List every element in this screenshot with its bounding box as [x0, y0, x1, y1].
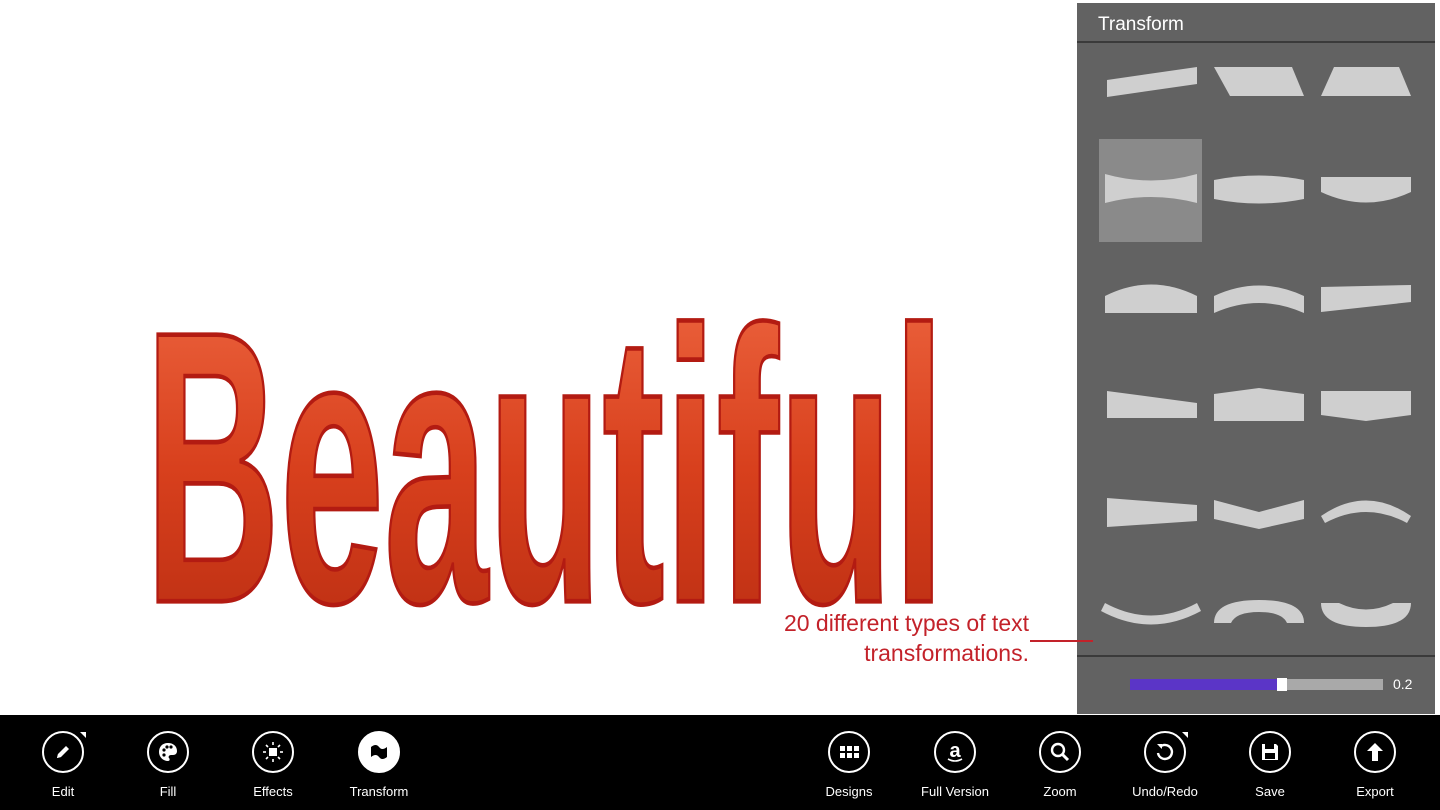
transform-shape-bulge [1214, 175, 1304, 204]
transform-shape-arc-up [1321, 500, 1411, 523]
slider-fill [1130, 679, 1282, 690]
magnifier-icon [1050, 742, 1070, 762]
flag-icon [371, 745, 387, 759]
zoom-button[interactable]: Zoom [1010, 731, 1110, 799]
transform-shape-slant-down [1321, 285, 1411, 312]
designs-button[interactable]: Designs [799, 731, 899, 799]
grid-icon [840, 746, 859, 758]
transform-shape-trapezoid-down [1214, 67, 1304, 96]
transform-shape-pinch [1105, 174, 1197, 203]
edit-button[interactable]: Edit [13, 731, 113, 799]
transform-shapes [1101, 67, 1411, 627]
export-button[interactable]: Export [1325, 731, 1425, 799]
transform-shape-arch-hollow [1214, 600, 1304, 623]
transform-shape-arch-top [1105, 284, 1197, 313]
transform-shape-peak [1214, 388, 1304, 421]
intensity-slider[interactable] [1130, 678, 1383, 691]
transform-shape-wedge-right [1107, 391, 1197, 418]
transform-shape-cup [1321, 603, 1411, 627]
transform-shape-chevron [1214, 500, 1304, 529]
slider-divider [1077, 655, 1435, 657]
zoom-label: Zoom [1043, 784, 1077, 799]
callout-pointer [1030, 640, 1093, 642]
amazon-icon: a [947, 741, 963, 762]
transform-shape-smile [1101, 603, 1201, 625]
svg-text:a: a [949, 741, 961, 762]
upload-arrow-icon [1367, 743, 1383, 761]
transform-shape-taper [1107, 498, 1197, 527]
undo-icon [1156, 743, 1174, 761]
callout-line-1: 20 different types of text [783, 610, 1029, 636]
slider-thumb[interactable] [1276, 678, 1287, 691]
transform-button[interactable]: Transform [329, 731, 429, 799]
undo-redo-button[interactable]: Undo/Redo [1115, 731, 1215, 799]
effects-label: Effects [253, 784, 293, 799]
pencil-icon [57, 746, 69, 758]
designs-label: Designs [825, 784, 873, 799]
transform-shape-trapezoid-up [1321, 67, 1411, 96]
transform-shape-slant-up [1107, 67, 1197, 97]
slider-value: 0.2 [1393, 676, 1413, 692]
sparkle-icon [263, 742, 283, 762]
palette-icon [159, 743, 177, 761]
transform-panel: Transform 0.2 [1077, 3, 1435, 714]
transform-shape-arch [1214, 285, 1304, 313]
callout-annotation: 20 different types of text transformatio… [784, 608, 1029, 668]
export-label: Export [1356, 784, 1394, 799]
effects-button[interactable]: Effects [223, 731, 323, 799]
full-version-button[interactable]: a Full Version [905, 731, 1005, 799]
undo-redo-label: Undo/Redo [1132, 784, 1198, 799]
transform-label: Transform [349, 784, 409, 799]
transform-shape-valley-bottom [1321, 391, 1411, 421]
full-version-label: Full Version [921, 784, 989, 799]
app-bar: Edit Fill Effects Transform Designs a Fu… [0, 715, 1440, 810]
fill-label: Fill [159, 784, 177, 799]
floppy-icon [1262, 744, 1278, 760]
transform-shape-bulge-bottom [1321, 177, 1411, 203]
callout-line-2: transformations. [864, 640, 1029, 666]
edit-label: Edit [51, 784, 75, 799]
save-button[interactable]: Save [1220, 731, 1320, 799]
fill-button[interactable]: Fill [118, 731, 218, 799]
save-label: Save [1255, 784, 1285, 799]
